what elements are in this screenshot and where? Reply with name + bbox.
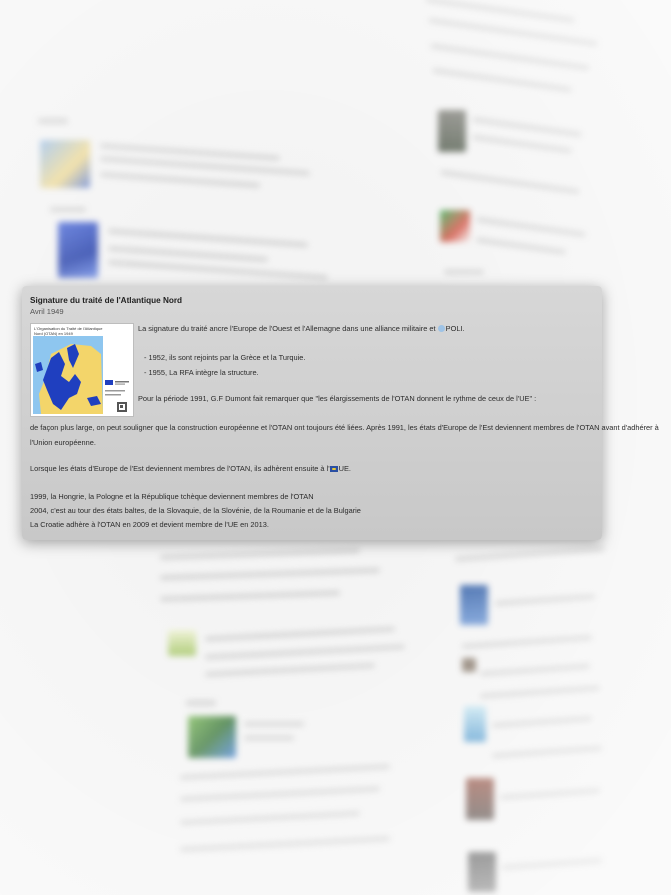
bg-logo-thumbnail [168,630,196,656]
bg-line [430,43,590,71]
bg-line [108,229,308,247]
nato-map-image [33,336,129,414]
bg-line [472,135,572,153]
bg-worldmap-thumbnail [440,210,470,242]
paragraph-1-line-2: l'Union européenne. [30,438,96,447]
bg-line [432,68,572,92]
bullet-1955: - 1955, La RFA intègre la structure. [144,368,259,377]
bg-line [428,18,598,46]
bg-photo-thumbnail [464,706,486,742]
bg-line [159,568,381,580]
bg-line [205,663,375,677]
bg-line [180,764,390,780]
paragraph-3-line-1: 1999, la Hongrie, la Pologne et la Répub… [30,492,314,501]
bg-line [180,811,360,825]
bg-line [491,716,593,728]
poli-link[interactable]: POLI. [446,324,465,333]
bg-line [499,788,601,800]
bg-line [180,786,380,802]
paragraph-3-line-3: La Croatie adhère à l'OTAN en 2009 et de… [30,520,269,529]
bg-line [491,746,603,758]
bg-heading [186,700,216,706]
bg-line [180,836,390,852]
bg-line [425,0,575,23]
bg-line [108,246,268,262]
paragraph-1-line-1: de façon plus large, on peut souligner q… [30,423,659,432]
bg-line [476,217,586,237]
paragraph-2: Lorsque les états d'Europe de l'Est devi… [30,464,351,475]
globe-icon [437,325,445,332]
bg-line [205,644,405,660]
bg-line [480,685,600,699]
paragraph-3-line-2: 2004, c'est au tour des états baltes, de… [30,506,361,515]
bg-line [476,237,566,255]
bg-line [205,627,395,641]
bg-line [100,172,260,188]
paragraph-2-text: Lorsque les états d'Europe de l'Est devi… [30,464,330,473]
bg-photo-thumbnail [466,778,494,820]
bg-map-thumbnail [58,222,98,278]
intro-text: La signature du traité ancre l'Europe de… [138,324,436,333]
card-title: Signature du traité de l'Atlantique Nord [30,296,183,305]
bg-line [501,858,603,870]
bg-line [159,548,361,560]
bg-photo-thumbnail [438,110,466,152]
history-event-card[interactable]: Signature du traité de l'Atlantique Nord… [22,286,659,540]
eu-flag-icon [329,466,338,472]
bg-map-thumbnail [188,716,236,758]
dumont-quote: Pour la période 1991, G.F Dumont fait re… [138,394,537,403]
bg-line [244,736,294,740]
bg-line [244,722,304,726]
bullet-1952: - 1952, ils sont rejoints par la Grèce e… [144,353,306,362]
bg-line [108,260,328,280]
bg-photo-thumbnail [468,852,496,892]
nato-map-thumbnail[interactable]: L'Organisation du Traité de l'Atlantique… [30,323,134,417]
bg-line [444,270,484,274]
ue-link[interactable]: UE. [339,464,351,473]
bg-heading [50,207,86,212]
bg-line [494,594,596,606]
bg-map-thumbnail [40,140,90,188]
bg-line [455,546,605,562]
bg-line [440,170,580,194]
bg-heading [38,118,68,124]
bg-photo-thumbnail [460,585,488,625]
intro-paragraph: La signature du traité ancre l'Europe de… [138,324,465,335]
bg-line [462,635,592,649]
bg-line [479,664,591,676]
bg-photo-thumbnail [462,658,476,672]
card-date: Avril 1949 [30,307,64,316]
bg-line [159,590,341,602]
bg-line [472,117,582,137]
